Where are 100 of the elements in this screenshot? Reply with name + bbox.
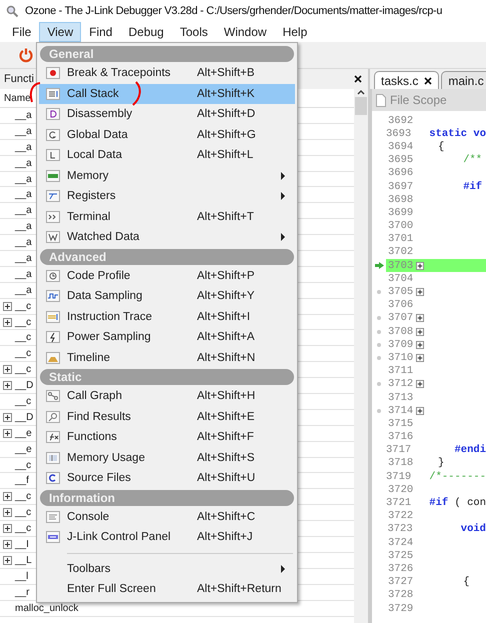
menu-title[interactable]: Help (274, 22, 316, 42)
function-name[interactable]: __r (15, 586, 30, 598)
menu-title[interactable]: Debug (120, 22, 172, 42)
file-tab[interactable]: tasks.c (374, 71, 440, 89)
file-tab[interactable]: main.c (441, 71, 486, 89)
function-name[interactable]: __a (15, 237, 32, 248)
close-icon[interactable] (354, 75, 362, 83)
menu-item[interactable]: Terminal Alt+Shift+T (39, 206, 295, 227)
function-name[interactable]: __c (15, 316, 32, 328)
fold-icon[interactable] (416, 354, 424, 362)
fold-icon[interactable] (416, 406, 424, 415)
function-name[interactable]: __a (15, 158, 32, 169)
function-name[interactable]: __a (15, 221, 32, 232)
function-name[interactable]: __f (15, 475, 29, 486)
menu-item[interactable]: Power Sampling Alt+Shift+A (39, 327, 295, 348)
function-name[interactable]: __c (15, 460, 32, 471)
menu-item[interactable]: Memory (39, 166, 295, 186)
menu-item[interactable]: Disassembly Alt+Shift+D (39, 104, 295, 124)
menu-item[interactable]: Functions Alt+Shift+F (39, 427, 295, 448)
menu-item[interactable]: Source Files Alt+Shift+U (39, 468, 295, 488)
fold-icon[interactable] (416, 340, 424, 349)
menu-item[interactable]: Global Data Alt+Shift+G (39, 124, 295, 145)
close-icon[interactable] (424, 76, 432, 84)
function-name[interactable]: __e (15, 444, 32, 455)
dot-icon[interactable] (377, 290, 381, 294)
function-name[interactable]: __D (15, 412, 34, 423)
function-name[interactable]: __l (15, 570, 28, 582)
scope-label: File Scope (390, 93, 447, 107)
dot-icon[interactable] (377, 330, 381, 334)
expand-icon[interactable] (3, 428, 12, 438)
menu-title[interactable]: Tools (172, 22, 216, 42)
power-icon[interactable] (18, 47, 34, 63)
dot-icon[interactable] (377, 382, 381, 386)
dot-icon[interactable] (377, 342, 381, 347)
function-name[interactable]: __c (15, 507, 32, 518)
menu-item[interactable]: Find Results Alt+Shift+E (39, 406, 295, 427)
dot-icon[interactable] (377, 408, 381, 413)
menu-item[interactable]: Code Profile Alt+Shift+P (39, 266, 295, 286)
menu-title[interactable]: File (4, 22, 40, 42)
expand-icon[interactable] (3, 492, 12, 502)
function-name[interactable]: __I (15, 538, 29, 550)
menu-item[interactable]: Registers (39, 186, 295, 206)
function-name[interactable]: __a (15, 284, 32, 296)
expand-icon[interactable] (3, 365, 12, 374)
expand-icon[interactable] (3, 508, 12, 518)
menu-item[interactable]: Timeline Alt+Shift+N (39, 348, 295, 368)
expand-icon[interactable] (3, 381, 12, 390)
function-name[interactable]: __a (15, 252, 32, 264)
menu-item[interactable]: Console Alt+Shift+C (39, 506, 295, 527)
fold-icon[interactable] (416, 288, 424, 296)
scroll-up-icon[interactable] (357, 89, 365, 95)
function-name[interactable]: __e (15, 428, 32, 439)
function-name[interactable]: __c (15, 491, 32, 502)
fold-icon[interactable] (416, 314, 424, 322)
menu-item[interactable]: Watched Data (39, 227, 295, 248)
function-name[interactable]: __a (15, 189, 32, 200)
menu-item[interactable]: Break & Tracepoints Alt+Shift+B (39, 63, 295, 84)
menu-title[interactable]: Window (216, 22, 275, 42)
function-name[interactable]: __a (15, 205, 32, 216)
scroll-thumb[interactable] (355, 97, 367, 115)
menu-item[interactable]: Instruction Trace Alt+Shift+I (39, 306, 295, 327)
scrollbar[interactable] (354, 89, 368, 623)
menu-title[interactable]: Find (81, 22, 120, 42)
expand-icon[interactable] (3, 412, 12, 422)
function-name[interactable]: __c (15, 523, 32, 534)
menu-item[interactable]: Toolbars (39, 558, 295, 579)
menu-item[interactable]: Call Stack Alt+Shift+K (39, 84, 295, 104)
function-name[interactable]: __a (15, 142, 32, 153)
column-header[interactable]: Name (4, 92, 31, 104)
expand-icon[interactable] (3, 318, 12, 327)
function-name[interactable]: malloc_unlock (15, 602, 78, 614)
code-text: #if (462, 180, 482, 193)
function-name[interactable]: __L (15, 554, 32, 566)
menu-item[interactable]: Call Graph Alt+Shift+H (39, 386, 295, 406)
fold-icon[interactable] (416, 328, 424, 336)
function-name[interactable]: __D (15, 380, 34, 392)
expand-icon[interactable] (3, 524, 12, 534)
function-name[interactable]: __c (15, 348, 32, 360)
expand-icon[interactable] (3, 556, 12, 565)
expand-icon[interactable] (3, 540, 12, 549)
fold-icon[interactable] (416, 380, 424, 388)
menu-item[interactable]: Enter Full Screen Alt+Shift+Return (39, 579, 295, 600)
line-number: 3710 (388, 352, 414, 364)
function-name[interactable]: __c (15, 332, 32, 344)
function-name[interactable]: __c (15, 364, 32, 376)
function-name[interactable]: __a (15, 110, 32, 121)
dot-icon[interactable] (377, 356, 381, 360)
menu-item[interactable]: Local Data Alt+Shift+L (39, 145, 295, 166)
menu-item[interactable]: J-Link Control Panel Alt+Shift+J (39, 527, 295, 548)
expand-icon[interactable] (3, 302, 12, 311)
menu-item[interactable]: Memory Usage Alt+Shift+S (39, 448, 295, 468)
function-name[interactable]: __c (15, 396, 32, 407)
fold-icon[interactable] (416, 262, 424, 270)
menu-item[interactable]: Data Sampling Alt+Shift+Y (39, 286, 295, 306)
dot-icon[interactable] (377, 316, 381, 320)
menu-title[interactable]: View (39, 22, 82, 42)
function-name[interactable]: __a (15, 174, 32, 184)
function-name[interactable]: __c (15, 300, 32, 312)
function-name[interactable]: __a (15, 268, 32, 280)
function-name[interactable]: __a (15, 126, 32, 137)
